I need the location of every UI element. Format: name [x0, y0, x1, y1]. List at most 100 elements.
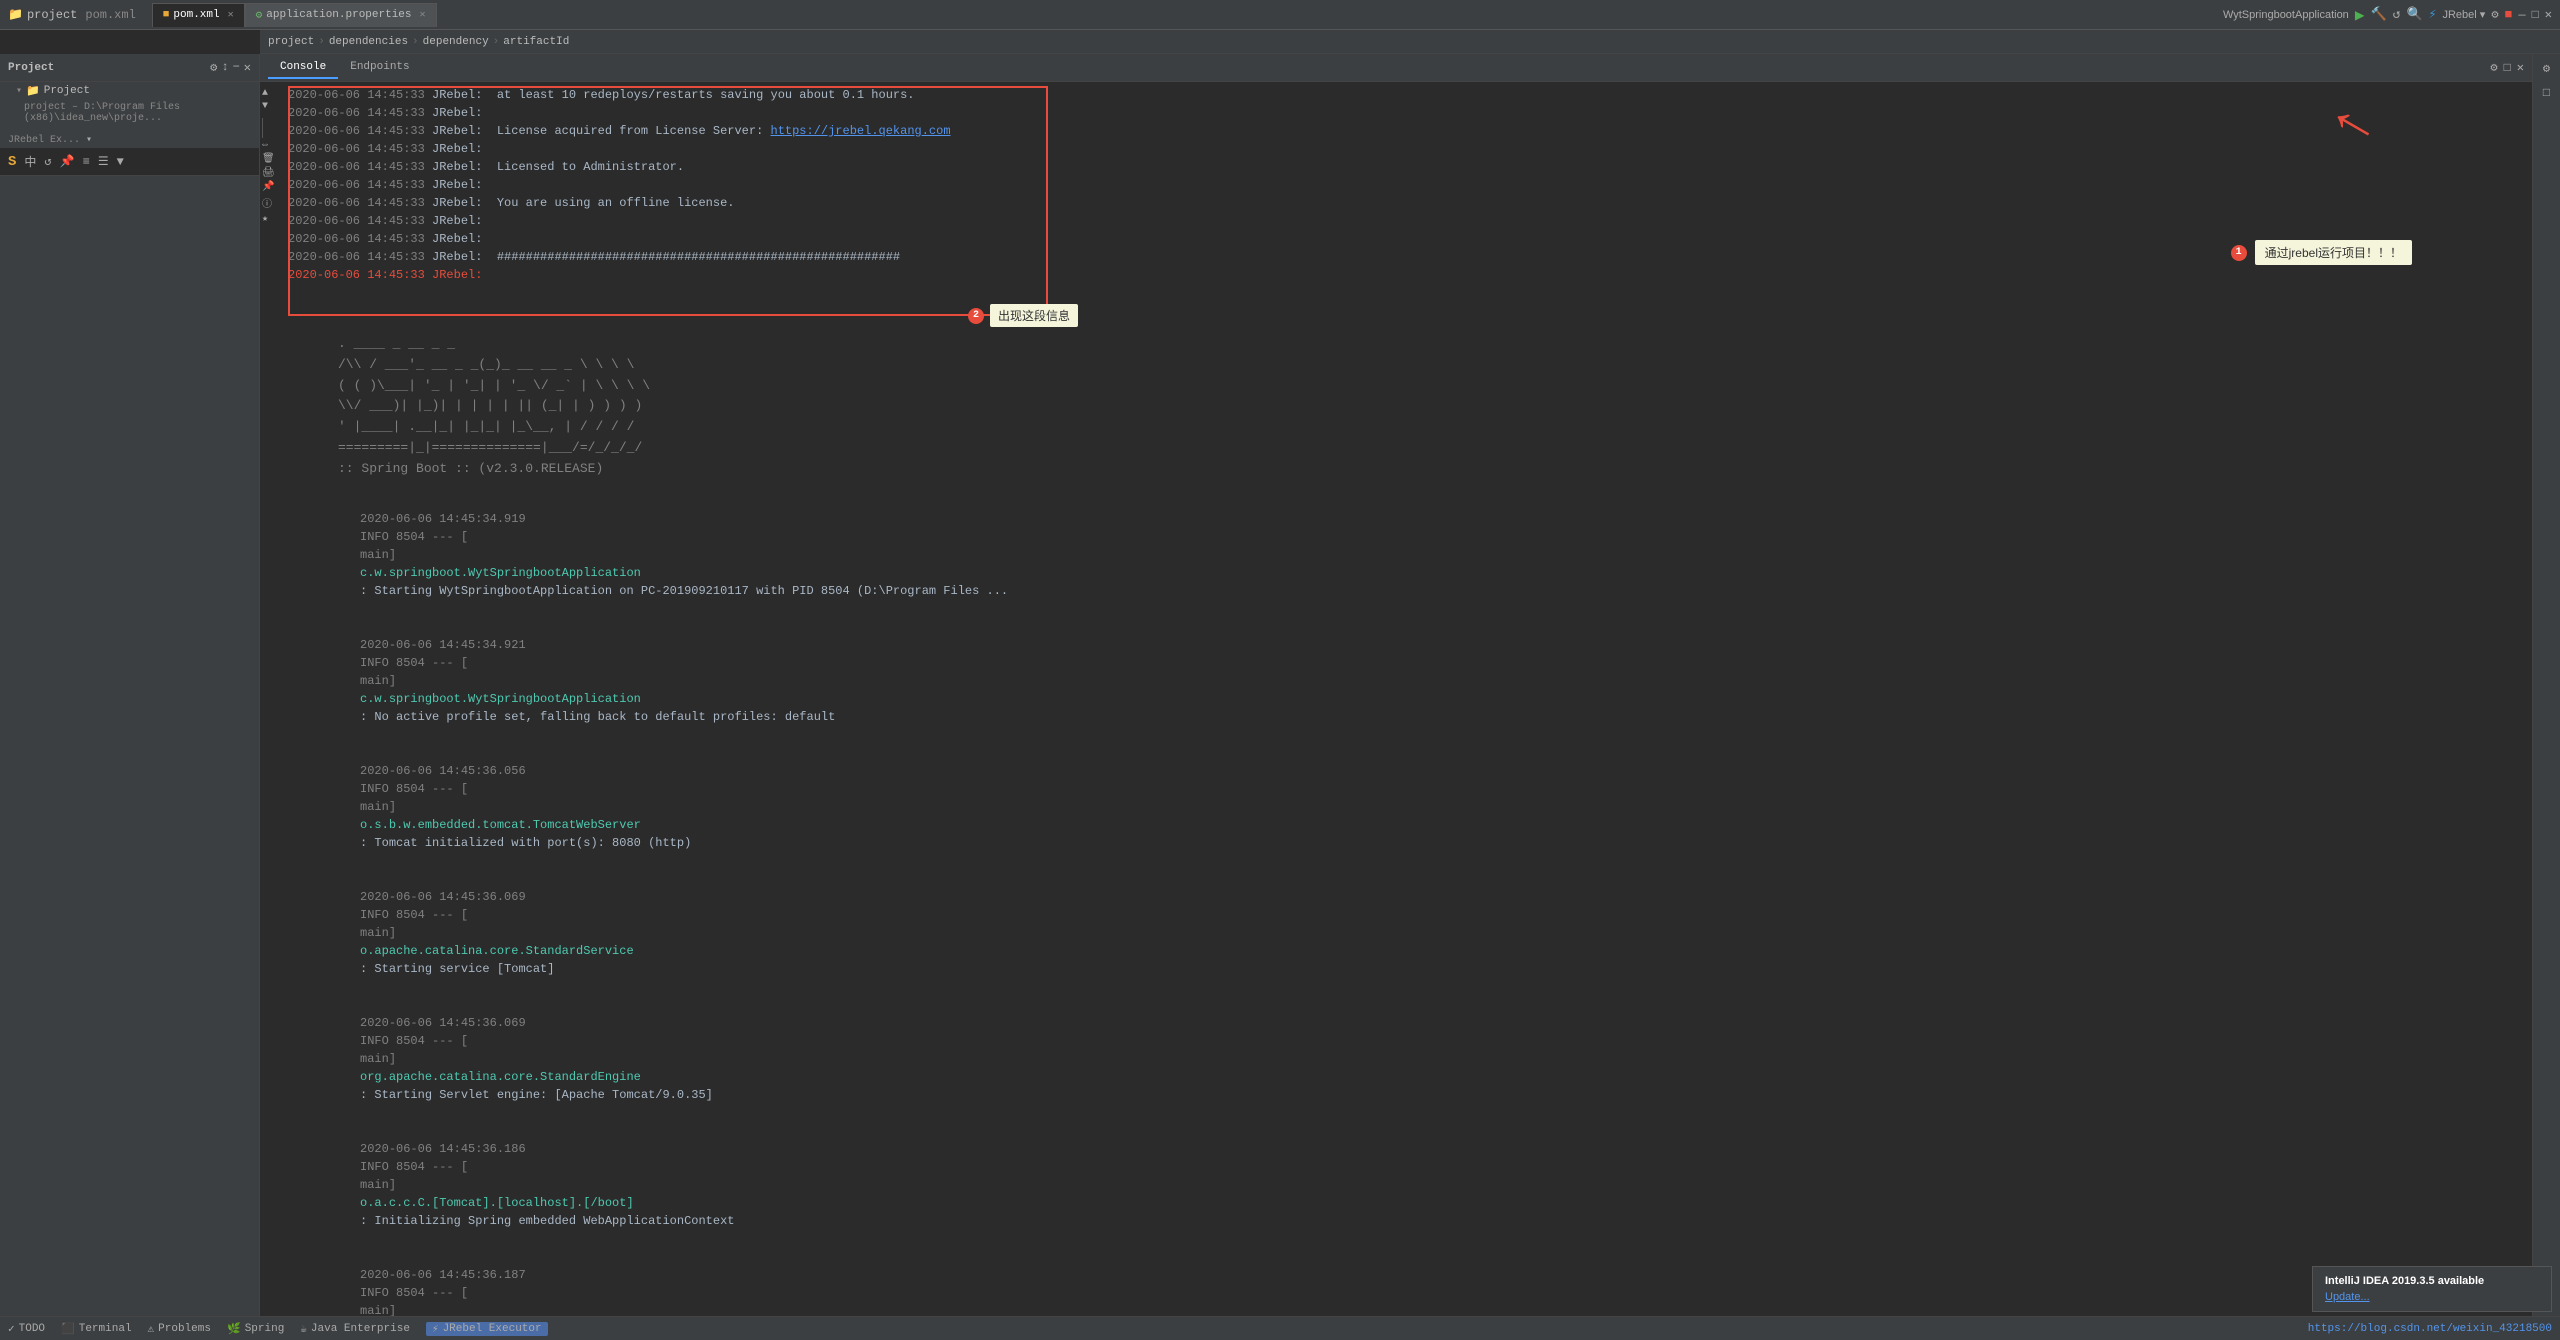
jrebel-label[interactable]: JRebel ▾ — [2442, 8, 2485, 21]
sep2: › — [412, 36, 419, 48]
app-log-4: 2020-06-06 14:45:36.069 INFO 8504 --- [ … — [288, 870, 2524, 996]
tab-application-properties[interactable]: ⚙ application.properties ✕ — [245, 3, 437, 27]
annotation-1-container: 1 通过jrebel运行项目！！！ — [2231, 240, 2412, 265]
terminal-icon: ⬛ — [61, 1322, 75, 1336]
sep3: › — [493, 36, 500, 48]
app-log-1: 2020-06-06 14:45:34.919 INFO 8504 --- [ … — [288, 492, 2524, 618]
ascii-line-5: ' |____| .__|_| |_|_| |_\__, | / / / / — [338, 417, 2524, 438]
log-line-11: 2020-06-06 14:45:33 JRebel: — [288, 266, 2524, 284]
spring-boot-ascii-art: . ____ _ __ _ _ /\\ / ___'_ __ _ _(_)_ _… — [338, 334, 2524, 480]
main-layout: Project ⚙ ↕ − ✕ ▾ 📁 Project project – D:… — [0, 54, 2560, 1340]
bottom-right: https://blog.csdn.net/weixin_43218500 — [2308, 1323, 2552, 1335]
scroll-down-icon[interactable]: ▼ — [262, 101, 275, 112]
spring-icon: 🌿 — [227, 1322, 241, 1336]
app-log-5: 2020-06-06 14:45:36.069 INFO 8504 --- [ … — [288, 996, 2524, 1122]
notification-title: IntelliJ IDEA 2019.3.5 available — [2325, 1275, 2539, 1287]
annotation-1-badge: 1 — [2231, 245, 2247, 261]
search-icon[interactable]: 🔍 — [2406, 7, 2422, 22]
close-tab-properties[interactable]: ✕ — [420, 9, 426, 21]
jrebel-filter-icon[interactable]: ▼ — [117, 155, 124, 169]
jrebel-icon[interactable]: ⚡ — [2429, 7, 2437, 22]
console-close-icon[interactable]: ✕ — [2517, 60, 2524, 75]
java-enterprise-item[interactable]: ☕ Java Enterprise — [300, 1322, 410, 1336]
log-line-1: 2020-06-06 14:45:33 JRebel: at least 10 … — [288, 86, 2524, 104]
tab-pom-xml[interactable]: ■ pom.xml ✕ — [152, 3, 245, 27]
settings-icon[interactable]: ⚙ — [2491, 7, 2498, 22]
spring-item[interactable]: 🌿 Spring — [227, 1322, 284, 1336]
jrebel-zh-icon[interactable]: 中 — [24, 153, 36, 170]
problems-icon: ⚠ — [148, 1322, 155, 1336]
notification-popup: IntelliJ IDEA 2019.3.5 available Update.… — [2312, 1266, 2552, 1312]
tree-project-root[interactable]: ▾ 📁 Project — [0, 82, 259, 100]
pom-file-label: pom.xml — [85, 8, 135, 22]
log-line-7: 2020-06-06 14:45:33 JRebel: You are usin… — [288, 194, 2524, 212]
log-line-2: 2020-06-06 14:45:33 JRebel: — [288, 104, 2524, 122]
console-settings-icon[interactable]: ⚙ — [2490, 60, 2497, 75]
log-line-9: 2020-06-06 14:45:33 JRebel: — [288, 230, 2524, 248]
sidebar-title: Project — [8, 62, 54, 74]
java-icon: ☕ — [300, 1322, 307, 1336]
jrebel-list-icon[interactable]: ☰ — [98, 154, 109, 169]
minimize-icon[interactable]: — — [2518, 8, 2525, 22]
build-icon[interactable]: 🔨 — [2370, 7, 2386, 22]
tree-project-path-label: project – D:\Program Files (x86)\idea_ne… — [24, 102, 251, 124]
reload-icon[interactable]: ↺ — [2393, 7, 2401, 22]
project-folder-icon: 📁 — [26, 84, 40, 98]
clear-icon[interactable]: 🗑 — [262, 153, 275, 165]
sidebar-icon-group: ⚙ ↕ − ✕ — [210, 60, 251, 75]
properties-icon: ⚙ — [256, 8, 263, 22]
todo-item[interactable]: ✓ TODO — [8, 1322, 45, 1336]
print-icon[interactable]: 🖨 — [262, 167, 275, 179]
console-content: 2020-06-06 14:45:33 JRebel: at least 10 … — [288, 86, 2524, 1340]
tree-project-label: Project — [44, 85, 90, 97]
top-right-toolbar: WytSpringbootApplication ▶ 🔨 ↺ 🔍 ⚡ JRebe… — [2223, 5, 2552, 25]
jrebel-sync-icon[interactable]: ↺ — [44, 154, 51, 169]
jrebel-scroll-icon[interactable]: ≡ — [83, 155, 90, 169]
tab-console[interactable]: Console — [268, 57, 338, 79]
terminal-item[interactable]: ⬛ Terminal — [61, 1322, 132, 1336]
log-line-3: 2020-06-06 14:45:33 JRebel: License acqu… — [288, 122, 2524, 140]
right-icon-1[interactable]: ⚙ — [2540, 58, 2553, 79]
console-output[interactable]: ▲ ▼ ⇔ 🗑 🖨 📌 ⓘ ★ 2020-06-06 14:45:33 JReb… — [260, 82, 2532, 1340]
right-icons-bar: ⚙ □ — [2532, 54, 2560, 1340]
console-expand-icon[interactable]: □ — [2504, 61, 2511, 75]
jrebel-toolbar: S 中 ↺ 📌 ≡ ☰ ▼ — [0, 148, 259, 176]
stop-button[interactable]: ■ — [2505, 7, 2513, 22]
info-icon[interactable]: ⓘ — [262, 195, 275, 211]
sep1: › — [318, 36, 325, 48]
maximize-icon[interactable]: □ — [2532, 8, 2539, 22]
left-sidebar: Project ⚙ ↕ − ✕ ▾ 📁 Project project – D:… — [0, 54, 260, 1340]
tab-bar: ■ pom.xml ✕ ⚙ application.properties ✕ — [152, 3, 2223, 27]
right-icon-2[interactable]: □ — [2540, 83, 2553, 103]
sidebar-collapse-icon[interactable]: − — [233, 60, 240, 75]
wrap-icon[interactable]: ⇔ — [262, 140, 275, 151]
log-line-4: 2020-06-06 14:45:33 JRebel: — [288, 140, 2524, 158]
sidebar-header: Project ⚙ ↕ − ✕ — [0, 54, 259, 82]
pin-icon[interactable]: 📌 — [262, 181, 275, 193]
close-tab-pom[interactable]: ✕ — [228, 9, 234, 21]
annotation-2-badge: 2 — [968, 308, 984, 324]
console-tab-bar: Console Endpoints ⚙ □ ✕ — [260, 54, 2532, 82]
problems-item[interactable]: ⚠ Problems — [148, 1322, 211, 1336]
run-button[interactable]: ▶ — [2355, 5, 2365, 25]
console-container: Console Endpoints ⚙ □ ✕ ▲ ▼ ⇔ 🗑 🖨 📌 — [260, 54, 2532, 1340]
url-label[interactable]: https://blog.csdn.net/weixin_43218500 — [2308, 1323, 2552, 1335]
notification-link[interactable]: Update... — [2325, 1291, 2539, 1303]
log-line-10: 2020-06-06 14:45:33 JRebel: ############… — [288, 248, 2524, 266]
close-window-icon[interactable]: ✕ — [2545, 7, 2552, 22]
tree-arrow-project: ▾ — [16, 85, 22, 97]
ascii-line-4: \\/ ___)| |_)| | | | | || (_| | ) ) ) ) — [338, 396, 2524, 417]
tree-project-path[interactable]: project – D:\Program Files (x86)\idea_ne… — [0, 100, 259, 126]
sidebar-expand-icon[interactable]: ↕ — [221, 60, 228, 75]
sidebar-settings-icon[interactable]: ⚙ — [210, 60, 217, 75]
star-icon[interactable]: ★ — [262, 213, 275, 225]
jrebel-s-icon[interactable]: S — [8, 154, 16, 170]
jrebel-pin-icon[interactable]: 📌 — [60, 154, 75, 169]
jrebel-exec-icon: ⚡ — [432, 1322, 439, 1336]
sidebar-close-icon[interactable]: ✕ — [244, 60, 251, 75]
tab-endpoints[interactable]: Endpoints — [338, 57, 421, 79]
jrebel-executor-item[interactable]: ⚡ JRebel Executor — [426, 1322, 548, 1336]
scroll-up-icon[interactable]: ▲ — [262, 88, 275, 99]
annotation-1-text: 通过jrebel运行项目！！！ — [2255, 240, 2412, 265]
app-log-3: 2020-06-06 14:45:36.056 INFO 8504 --- [ … — [288, 744, 2524, 870]
